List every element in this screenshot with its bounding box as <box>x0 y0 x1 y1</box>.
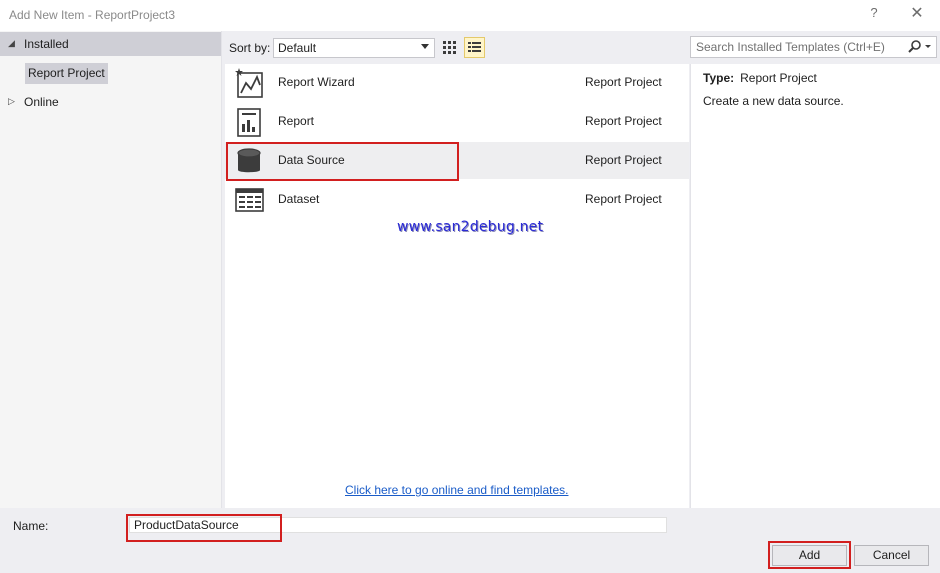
help-button[interactable]: ? <box>866 5 882 23</box>
grid-view-button[interactable] <box>439 37 460 58</box>
list-item-selected[interactable]: Data Source Report Project <box>225 142 689 179</box>
search-box[interactable] <box>690 36 937 58</box>
category-tree: ◢ Installed Report Project ▷ Online <box>0 31 222 508</box>
list-item[interactable]: Report Report Project <box>225 103 689 140</box>
list-item[interactable]: Dataset Report Project <box>225 181 689 218</box>
dataset-icon <box>235 188 264 212</box>
type-line: Type: Report Project <box>703 71 817 85</box>
cancel-button[interactable]: Cancel <box>854 545 929 566</box>
sort-label: Sort by: <box>229 41 271 55</box>
watermark-text: www.san2debug.net <box>397 219 544 235</box>
database-icon <box>237 148 261 173</box>
search-icon <box>908 40 931 53</box>
footer: Name: Add Cancel <box>0 508 940 573</box>
search-input[interactable] <box>691 37 903 57</box>
tree-item-online[interactable]: ▷ Online <box>0 90 221 114</box>
name-field[interactable] <box>129 517 667 533</box>
type-label: Type: <box>703 71 735 85</box>
grid-view-icon <box>443 41 456 54</box>
online-templates-link[interactable]: Click here to go online and find templat… <box>345 483 568 497</box>
collapsed-arrow-icon[interactable]: ▷ <box>8 96 15 107</box>
template-category: Report Project <box>585 75 662 89</box>
template-name: Data Source <box>278 153 345 167</box>
tree-item-report-project[interactable]: Report Project <box>25 63 108 84</box>
search-options-button[interactable] <box>906 39 934 55</box>
type-value: Report Project <box>740 71 817 85</box>
title-bar: Add New Item - ReportProject3 ? ✕ <box>0 0 940 31</box>
window-title: Add New Item - ReportProject3 <box>9 8 176 22</box>
template-list: Report Wizard Report Project Report Repo… <box>225 64 689 508</box>
report-wizard-icon <box>235 68 263 98</box>
template-name: Dataset <box>278 192 320 206</box>
details-pane: Type: Report Project Create a new data so… <box>690 64 940 508</box>
toolbar: Sort by: Default <box>222 31 940 64</box>
sort-dropdown[interactable]: Default <box>273 38 435 58</box>
template-name: Report Wizard <box>278 75 355 89</box>
tree-item-label: Installed <box>24 37 69 51</box>
report-icon <box>237 108 261 137</box>
expanded-arrow-icon[interactable]: ◢ <box>8 38 15 49</box>
close-button[interactable]: ✕ <box>908 3 926 25</box>
list-view-button[interactable] <box>464 37 485 58</box>
name-label: Name: <box>13 519 49 533</box>
template-category: Report Project <box>585 153 662 167</box>
list-item[interactable]: Report Wizard Report Project <box>225 64 689 101</box>
template-category: Report Project <box>585 114 662 128</box>
chevron-down-icon <box>421 44 429 49</box>
sort-value: Default <box>278 41 317 55</box>
tree-item-installed[interactable]: ◢ Installed <box>0 32 221 56</box>
template-name: Report <box>278 114 315 128</box>
template-category: Report Project <box>585 192 662 206</box>
add-button[interactable]: Add <box>772 545 847 566</box>
tree-item-label: Online <box>24 95 59 109</box>
template-description: Create a new data source. <box>703 94 844 108</box>
list-view-icon <box>468 42 481 52</box>
